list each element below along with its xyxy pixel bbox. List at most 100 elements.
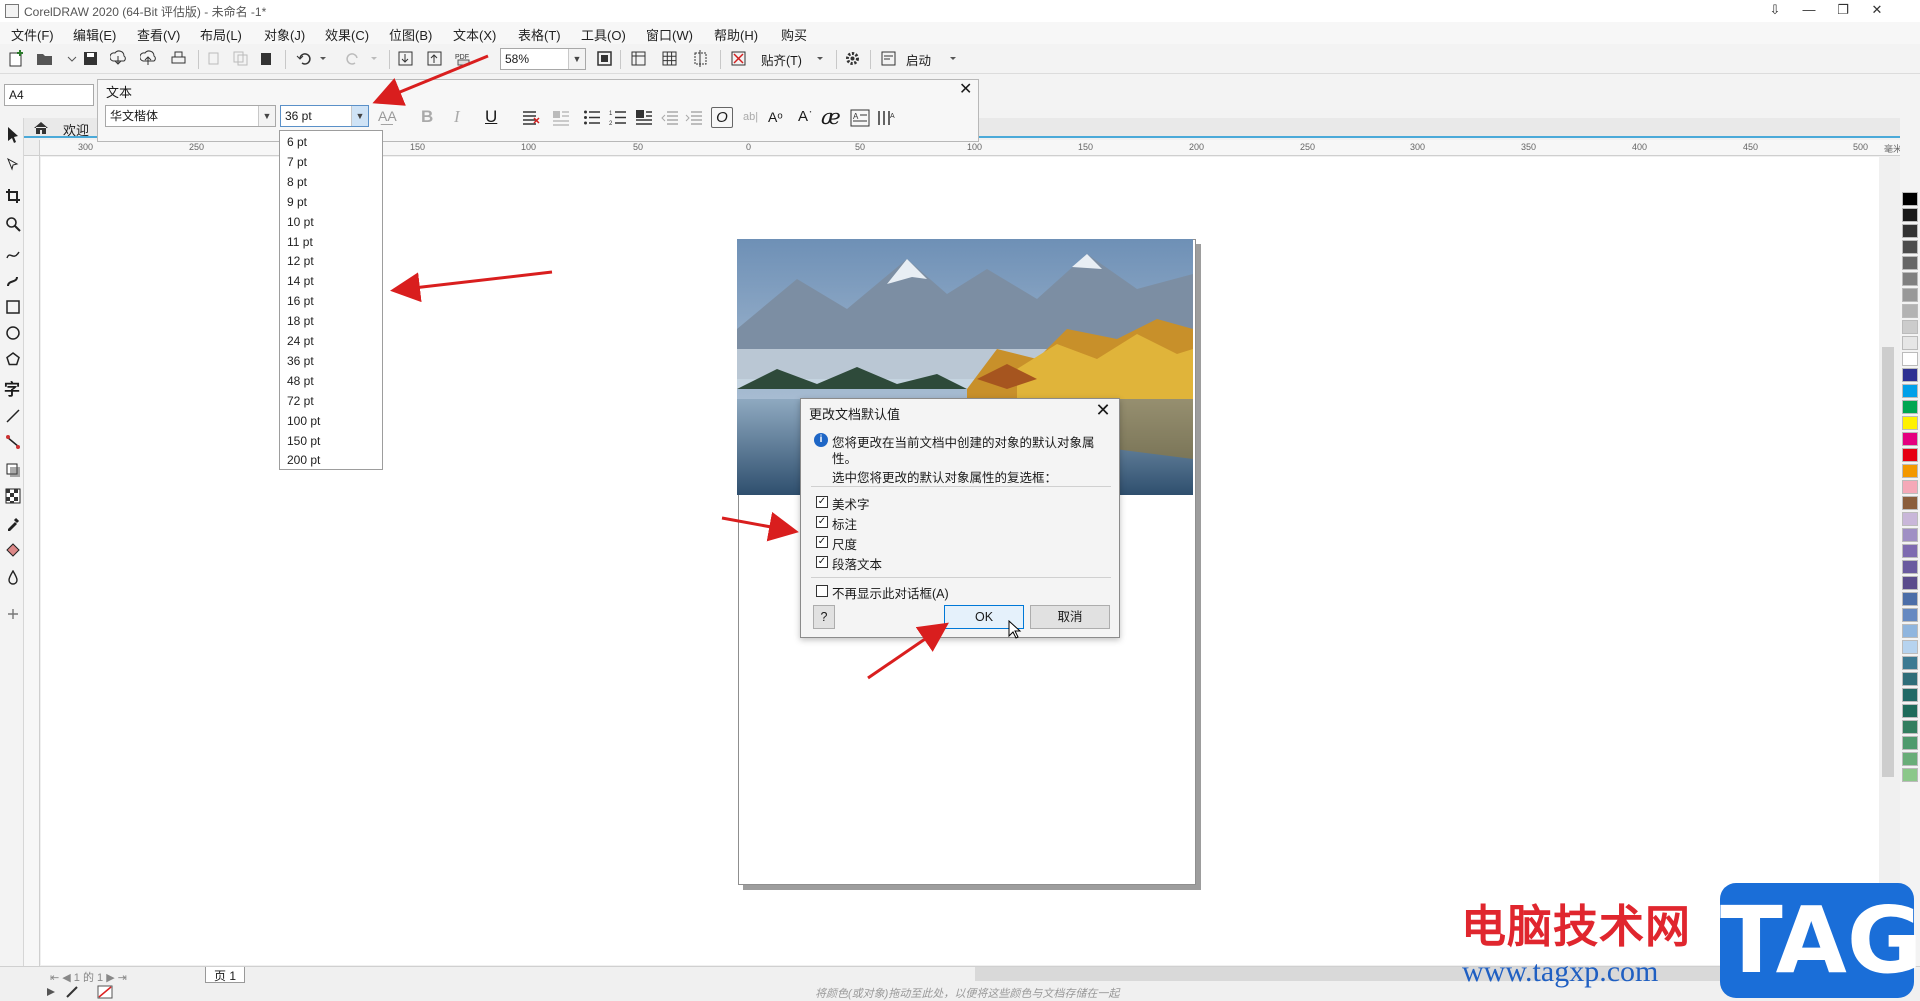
palette-swatch[interactable] (1902, 768, 1918, 782)
increase-indent-icon[interactable] (685, 109, 703, 126)
eyedropper-tool-icon[interactable] (5, 516, 21, 532)
italic-icon[interactable]: I (454, 107, 460, 127)
close-button[interactable]: ✕ (1860, 0, 1894, 22)
paste-icon[interactable] (258, 50, 275, 67)
font-size-option[interactable]: 7 pt (287, 155, 307, 169)
glyph-icon[interactable]: A͘ (798, 108, 808, 125)
copy-icon[interactable] (232, 50, 249, 67)
zoom-level-combo[interactable]: 58% ▼ (500, 48, 586, 70)
ellipse-tool-icon[interactable] (5, 325, 21, 341)
text-tool-icon[interactable]: 字 (4, 376, 20, 400)
checkbox-dont-show-again[interactable] (816, 585, 828, 597)
chevron-down-icon[interactable] (812, 50, 829, 67)
checkbox-paragraph-text[interactable]: ✓ (816, 556, 828, 568)
bold-icon[interactable]: B (421, 107, 433, 127)
decrease-indent-icon[interactable] (661, 109, 679, 126)
chevron-down-icon[interactable] (945, 50, 962, 67)
tab-welcome[interactable]: 欢迎 (63, 120, 89, 139)
redo-dropdown-icon[interactable] (366, 50, 383, 67)
menu-layout[interactable]: 布局(L) (200, 25, 242, 44)
show-grid-icon[interactable] (661, 50, 678, 67)
palette-swatch[interactable] (1902, 608, 1918, 622)
palette-swatch[interactable] (1902, 416, 1918, 430)
palette-swatch[interactable] (1902, 192, 1918, 206)
palette-swatch[interactable] (1902, 512, 1918, 526)
font-size-option[interactable]: 18 pt (287, 314, 314, 328)
palette-swatch[interactable] (1902, 720, 1918, 734)
palette-swatch[interactable] (1902, 400, 1918, 414)
palette-swatch[interactable] (1902, 736, 1918, 750)
palette-swatch[interactable] (1902, 448, 1918, 462)
interactive-fill-tool-icon[interactable] (5, 542, 21, 558)
font-size-option[interactable]: 16 pt (287, 294, 314, 308)
transparency-tool-icon[interactable] (5, 488, 21, 504)
ligature-icon[interactable]: æ (821, 105, 841, 129)
zoom-tool-icon[interactable] (5, 216, 21, 232)
cloud-download-icon[interactable] (110, 50, 127, 67)
font-size-option[interactable]: 11 pt (287, 235, 313, 249)
close-icon[interactable]: ✕ (1093, 400, 1113, 420)
rectangle-tool-icon[interactable] (5, 299, 21, 315)
snap-to-menu[interactable]: 贴齐(T) (761, 50, 802, 69)
palette-swatch[interactable] (1902, 304, 1918, 318)
cloud-upload-icon[interactable] (140, 50, 157, 67)
palette-swatch[interactable] (1902, 560, 1918, 574)
menu-file[interactable]: 文件(F) (11, 25, 54, 44)
palette-swatch[interactable] (1902, 576, 1918, 590)
save-icon[interactable] (82, 50, 99, 67)
menu-table[interactable]: 表格(T) (518, 25, 561, 44)
page-size-combo[interactable]: A4 (4, 84, 94, 106)
cut-icon[interactable] (206, 50, 223, 67)
checkbox-dimension[interactable]: ✓ (816, 536, 828, 548)
snap-off-icon[interactable] (730, 50, 747, 67)
menu-tools[interactable]: 工具(O) (581, 25, 626, 44)
menu-effects[interactable]: 效果(C) (325, 25, 369, 44)
cancel-button[interactable]: 取消 (1030, 605, 1110, 629)
font-size-option[interactable]: 48 pt (287, 374, 314, 388)
numbered-list-icon[interactable]: 12 (609, 109, 627, 126)
home-icon[interactable] (33, 120, 49, 136)
font-size-combo[interactable]: 36 pt ▼ (280, 105, 369, 127)
artistic-media-tool-icon[interactable] (5, 272, 21, 288)
help-button[interactable]: ? (813, 605, 835, 629)
palette-swatch[interactable] (1902, 256, 1918, 270)
smart-fill-tool-icon[interactable] (5, 570, 21, 586)
color-palette[interactable] (1900, 118, 1920, 988)
undo-icon[interactable] (296, 50, 313, 67)
drop-cap-icon[interactable] (552, 109, 570, 126)
import-icon[interactable] (397, 50, 414, 67)
font-size-option[interactable]: 8 pt (287, 175, 307, 189)
menu-view[interactable]: 查看(V) (137, 25, 180, 44)
full-screen-preview-icon[interactable] (596, 50, 613, 67)
font-size-option[interactable]: 10 pt (287, 215, 314, 229)
palette-swatch[interactable] (1902, 240, 1918, 254)
palette-swatch[interactable] (1902, 656, 1918, 670)
palette-swatch[interactable] (1902, 704, 1918, 718)
palette-swatch[interactable] (1902, 544, 1918, 558)
palette-swatch[interactable] (1902, 480, 1918, 494)
palette-swatch[interactable] (1902, 528, 1918, 542)
palette-swatch[interactable] (1902, 288, 1918, 302)
palette-swatch[interactable] (1902, 624, 1918, 638)
fill-indicator-icon[interactable] (45, 986, 57, 998)
font-size-option[interactable]: 100 pt (287, 414, 320, 428)
palette-swatch[interactable] (1902, 320, 1918, 334)
drop-shadow-tool-icon[interactable] (5, 462, 21, 478)
open-folder-icon[interactable] (36, 50, 53, 67)
minimize-button[interactable]: — (1792, 0, 1826, 22)
palette-swatch[interactable] (1902, 752, 1918, 766)
palette-swatch[interactable] (1902, 224, 1918, 238)
font-name-combo[interactable]: 华文楷体 ▼ (105, 105, 276, 127)
outline-pen-icon[interactable] (65, 985, 79, 999)
undo-dropdown-icon[interactable] (315, 50, 332, 67)
palette-swatch[interactable] (1902, 592, 1918, 606)
crop-tool-icon[interactable] (5, 188, 21, 204)
pdf-icon[interactable]: PDF (455, 50, 472, 67)
palette-swatch[interactable] (1902, 640, 1918, 654)
text-frame-icon[interactable]: ab| (743, 111, 758, 123)
font-size-step-icon[interactable]: A͟A (378, 108, 397, 124)
shape-tool-icon[interactable] (5, 156, 21, 172)
palette-swatch[interactable] (1902, 464, 1918, 478)
font-size-option[interactable]: 24 pt (287, 334, 314, 348)
chevron-down-icon[interactable]: ▼ (568, 49, 585, 69)
